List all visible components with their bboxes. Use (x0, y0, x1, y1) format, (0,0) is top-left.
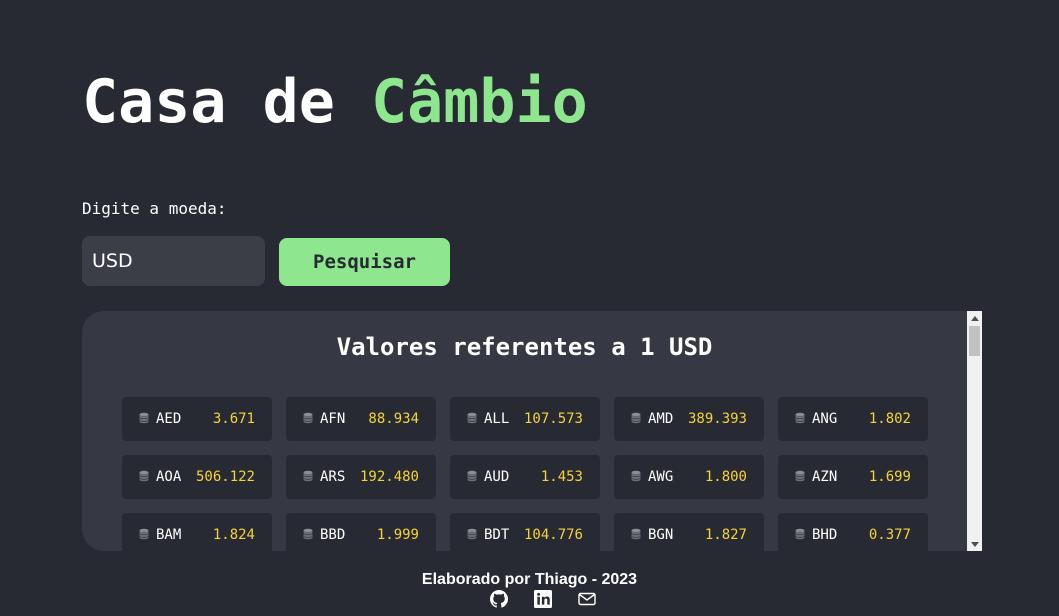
results-scroll-area[interactable]: Valores referentes a 1 USD AED 3.671 AFN 88… (82, 311, 967, 551)
title-accent: Câmbio (370, 67, 588, 137)
rate-card: AUD 1.453 (450, 455, 600, 499)
currency-value: 3.671 (212, 411, 255, 427)
currency-value: 107.573 (523, 411, 583, 427)
currency-code: BDT (484, 527, 510, 543)
results-title: Valores referentes a 1 USD (336, 333, 713, 361)
currency-code: ALL (484, 411, 510, 427)
coins-icon (631, 528, 641, 539)
search-button[interactable]: Pesquisar (279, 238, 450, 286)
currency-value: 506.122 (195, 469, 255, 485)
coins-icon (795, 412, 805, 423)
currency-code: BAM (156, 527, 182, 543)
currency-value: 1.800 (704, 469, 747, 485)
currency-code: AWG (648, 469, 674, 485)
coins-icon (467, 470, 477, 481)
currency-code: AMD (648, 411, 674, 427)
currency-value: 1.699 (868, 469, 911, 485)
rate-card: AFN 88.934 (286, 397, 436, 441)
rate-card: AED 3.671 (122, 397, 272, 441)
currency-input[interactable] (82, 236, 265, 286)
coins-icon (467, 528, 477, 539)
currency-code: AFN (320, 411, 346, 427)
rate-card: BHD 0.377 (778, 513, 928, 551)
currency-code: AED (156, 411, 182, 427)
currency-value: 1.824 (212, 527, 255, 543)
currency-code: ANG (812, 411, 838, 427)
rate-card: AMD 389.393 (614, 397, 764, 441)
rate-card: ANG 1.802 (778, 397, 928, 441)
coins-icon (139, 470, 149, 481)
footer-credit: Elaborado por Thiago - 2023 (421, 571, 638, 588)
coins-icon (795, 470, 805, 481)
rate-card: AOA 506.122 (122, 455, 272, 499)
currency-value: 1.802 (868, 411, 911, 427)
currency-code: AOA (156, 469, 182, 485)
rate-card: BAM 1.824 (122, 513, 272, 551)
rate-card: BBD 1.999 (286, 513, 436, 551)
linkedin-icon[interactable] (534, 590, 552, 608)
coins-icon (795, 528, 805, 539)
currency-code: BBD (320, 527, 346, 543)
rate-card: BGN 1.827 (614, 513, 764, 551)
scroll-up-arrow[interactable] (967, 311, 982, 325)
currency-value: 1.827 (704, 527, 747, 543)
currency-value: 0.377 (868, 527, 911, 543)
mail-icon[interactable] (578, 590, 596, 608)
currency-code: AZN (812, 469, 838, 485)
coins-icon (303, 470, 313, 481)
footer-icons (490, 590, 596, 608)
coins-icon (631, 412, 641, 423)
rates-grid: AED 3.671 AFN 88.934 ALL 107.573 AMD 389.393 ANG… (122, 397, 928, 551)
results-panel: Valores referentes a 1 USD AED 3.671 AFN 88… (82, 311, 982, 551)
currency-value: 104.776 (523, 527, 583, 543)
currency-value: 1.999 (376, 527, 419, 543)
coins-icon (303, 412, 313, 423)
currency-label: Digite a moeda: (82, 199, 227, 218)
currency-value: 88.934 (368, 411, 419, 427)
page-title: Casa de Câmbio (82, 66, 588, 138)
github-icon[interactable] (490, 590, 508, 608)
currency-code: AUD (484, 469, 510, 485)
currency-value: 192.480 (359, 469, 419, 485)
coins-icon (631, 470, 641, 481)
scroll-down-arrow[interactable] (967, 537, 982, 551)
coins-icon (467, 412, 477, 423)
currency-code: BHD (812, 527, 838, 543)
page: Casa de Câmbio Digite a moeda: Pesquisar… (0, 0, 1059, 616)
rate-card: AWG 1.800 (614, 455, 764, 499)
rate-card: ARS 192.480 (286, 455, 436, 499)
currency-code: ARS (320, 469, 346, 485)
currency-value: 1.453 (540, 469, 583, 485)
scrollbar-thumb[interactable] (969, 326, 980, 356)
rate-card: BDT 104.776 (450, 513, 600, 551)
currency-value: 389.393 (687, 411, 747, 427)
rate-card: ALL 107.573 (450, 397, 600, 441)
coins-icon (139, 528, 149, 539)
rate-card: AZN 1.699 (778, 455, 928, 499)
coins-icon (139, 412, 149, 423)
coins-icon (303, 528, 313, 539)
title-prefix: Casa de (82, 67, 371, 137)
scrollbar[interactable] (967, 311, 982, 551)
currency-code: BGN (648, 527, 674, 543)
